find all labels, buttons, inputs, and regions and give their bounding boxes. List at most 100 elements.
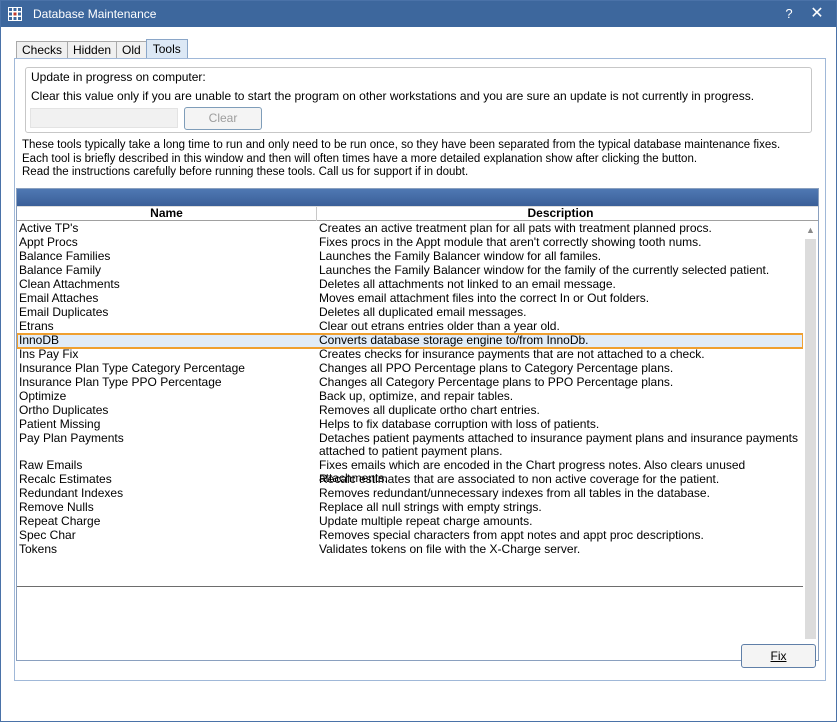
- cell-name: Balance Families: [19, 250, 111, 263]
- close-button[interactable]: ✕: [806, 4, 828, 24]
- window-title: Database Maintenance: [33, 7, 157, 21]
- fix-button-label: Fix: [770, 649, 787, 663]
- cell-description: Replace all null strings with empty stri…: [319, 500, 542, 514]
- cell-name: Active TP's: [19, 222, 79, 235]
- column-header-description[interactable]: Description: [318, 207, 803, 221]
- help-button[interactable]: ?: [778, 4, 800, 24]
- cell-description: Creates checks for insurance payments th…: [319, 347, 705, 361]
- table-row[interactable]: Insurance Plan Type PPO Percentage Change…: [17, 376, 803, 390]
- table-row[interactable]: Ins Pay Fix Creates checks for insurance …: [17, 348, 803, 362]
- table-row[interactable]: Patient Missing Helps to fix database cor…: [17, 418, 803, 432]
- tab-hidden[interactable]: Hidden: [67, 41, 118, 59]
- table-row[interactable]: InnoDB Converts database storage engine t…: [17, 333, 804, 349]
- tools-info-text: These tools typically take a long time t…: [22, 139, 812, 180]
- cell-description: Moves email attachment files into the co…: [319, 291, 650, 305]
- tab-tools[interactable]: Tools: [145, 39, 188, 59]
- info-line: Read the instructions carefully before r…: [22, 166, 469, 178]
- cell-name: Recalc Estimates: [19, 473, 112, 486]
- table-row[interactable]: Etrans Clear out etrans entries older tha…: [17, 320, 803, 334]
- grid-rows: Active TP's Creates an active treatment p…: [17, 222, 804, 587]
- table-row[interactable]: Repeat Charge Update multiple repeat char…: [17, 515, 803, 529]
- cell-description: Validates tokens on file with the X-Char…: [319, 542, 581, 556]
- cell-description: Deletes all duplicated email messages.: [319, 305, 527, 319]
- table-row[interactable]: Insurance Plan Type Category Percentage C…: [17, 362, 803, 376]
- cell-description: Removes special characters from appt not…: [319, 528, 704, 542]
- update-group-description: Clear this value only if you are unable …: [31, 89, 755, 103]
- cell-name: InnoDB: [19, 334, 60, 347]
- cell-name: Pay Plan Payments: [19, 432, 124, 445]
- table-row[interactable]: Raw Emails Fixes emails which are encoded…: [17, 459, 803, 485]
- title-bar[interactable]: Database Maintenance ? ✕: [1, 1, 836, 27]
- fix-button[interactable]: Fix: [741, 644, 816, 668]
- cell-description: Launches the Family Balancer window for …: [319, 249, 602, 263]
- cell-name: Optimize: [19, 390, 67, 403]
- cell-name: Appt Procs: [19, 236, 78, 249]
- cell-description: Fixes procs in the Appt module that aren…: [319, 235, 702, 249]
- cell-name: Repeat Charge: [19, 515, 101, 528]
- cell-description: Update multiple repeat charge amounts.: [319, 514, 533, 528]
- cell-name: Remove Nulls: [19, 501, 94, 514]
- tab-strip: Checks Hidden Old Tools: [16, 39, 188, 59]
- cell-name: Etrans: [19, 320, 54, 333]
- table-row[interactable]: Active TP's Creates an active treatment p…: [17, 222, 803, 236]
- info-line: Each tool is briefly described in this w…: [22, 152, 698, 165]
- grid-title-bar: [17, 189, 818, 206]
- tab-old[interactable]: Old: [116, 41, 147, 59]
- table-row[interactable]: Clean Attachments Deletes all attachments…: [17, 278, 803, 292]
- table-row[interactable]: Email Attaches Moves email attachment fil…: [17, 292, 803, 306]
- cell-description: Changes all PPO Percentage plans to Cate…: [319, 361, 674, 375]
- cell-name: Email Attaches: [19, 292, 99, 305]
- info-line: These tools typically take a long time t…: [22, 139, 781, 151]
- app-grid-icon: [8, 7, 22, 21]
- table-row[interactable]: Redundant Indexes Removes redundant/unnec…: [17, 487, 803, 501]
- cell-name: Tokens: [19, 543, 58, 556]
- table-row[interactable]: Ortho Duplicates Removes all duplicate or…: [17, 404, 803, 418]
- table-row[interactable]: Recalc Estimates Recalc estimates that ar…: [17, 473, 803, 487]
- update-computer-field[interactable]: [30, 108, 178, 128]
- update-in-progress-group: Update in progress on computer: Clear th…: [25, 67, 812, 133]
- cell-description: Recalc estimates that are associated to …: [319, 472, 720, 486]
- scroll-up-icon[interactable]: ▲: [803, 224, 818, 236]
- cell-description: Creates an active treatment plan for all…: [319, 221, 712, 235]
- grid-end-line: [17, 586, 803, 587]
- cell-description: Removes all duplicate ortho chart entrie…: [319, 403, 540, 417]
- table-row[interactable]: Balance Family Launches the Family Balanc…: [17, 264, 803, 278]
- cell-name: Patient Missing: [19, 418, 101, 431]
- cell-description: Helps to fix database corruption with lo…: [319, 417, 600, 431]
- grid-header: Name Description: [17, 206, 818, 221]
- cell-name: Redundant Indexes: [19, 487, 124, 500]
- cell-name: Clean Attachments: [19, 278, 120, 291]
- tools-tab-panel: Update in progress on computer: Clear th…: [14, 58, 826, 681]
- cell-name: Raw Emails: [19, 459, 83, 472]
- cell-description: Removes redundant/unnecessary indexes fr…: [319, 486, 710, 500]
- table-row[interactable]: Remove Nulls Replace all null strings wit…: [17, 501, 803, 515]
- table-row[interactable]: Spec Char Removes special characters from…: [17, 529, 803, 543]
- table-row[interactable]: Tokens Validates tokens on file with the …: [17, 543, 803, 557]
- scroll-thumb[interactable]: [805, 239, 816, 639]
- window-client-area: Checks Hidden Old Tools Update in progre…: [1, 27, 836, 721]
- cell-description: Detaches patient payments attached to in…: [319, 431, 798, 458]
- tab-checks[interactable]: Checks: [16, 41, 69, 59]
- table-row[interactable]: Balance Families Launches the Family Bala…: [17, 250, 803, 264]
- cell-description: Clear out etrans entries older than a ye…: [319, 319, 560, 333]
- cell-name: Ins Pay Fix: [19, 348, 79, 361]
- vertical-scrollbar[interactable]: ▲ ▼: [803, 222, 818, 660]
- table-row[interactable]: Email Duplicates Deletes all duplicated e…: [17, 306, 803, 320]
- database-maintenance-window: Database Maintenance ? ✕ Checks Hidden O…: [0, 0, 837, 722]
- cell-description: Changes all Category Percentage plans to…: [319, 375, 674, 389]
- cell-name: Ortho Duplicates: [19, 404, 109, 417]
- column-header-name[interactable]: Name: [17, 207, 317, 221]
- table-row[interactable]: Appt Procs Fixes procs in the Appt module…: [17, 236, 803, 250]
- cell-name: Insurance Plan Type PPO Percentage: [19, 376, 222, 389]
- table-row[interactable]: Optimize Back up, optimize, and repair ta…: [17, 390, 803, 404]
- clear-button[interactable]: Clear: [184, 107, 262, 130]
- table-row[interactable]: Pay Plan Payments Detaches patient paymen…: [17, 432, 803, 459]
- update-group-title: Update in progress on computer:: [31, 70, 206, 84]
- cell-name: Balance Family: [19, 264, 102, 277]
- tools-grid: Name Description Active TP's Creates an a…: [16, 188, 819, 661]
- cell-name: Insurance Plan Type Category Percentage: [19, 362, 245, 375]
- cell-description: Deletes all attachments not linked to an…: [319, 277, 616, 291]
- cell-description: Converts database storage engine to/from…: [319, 333, 589, 347]
- cell-name: Spec Char: [19, 529, 76, 542]
- cell-name: Email Duplicates: [19, 306, 109, 319]
